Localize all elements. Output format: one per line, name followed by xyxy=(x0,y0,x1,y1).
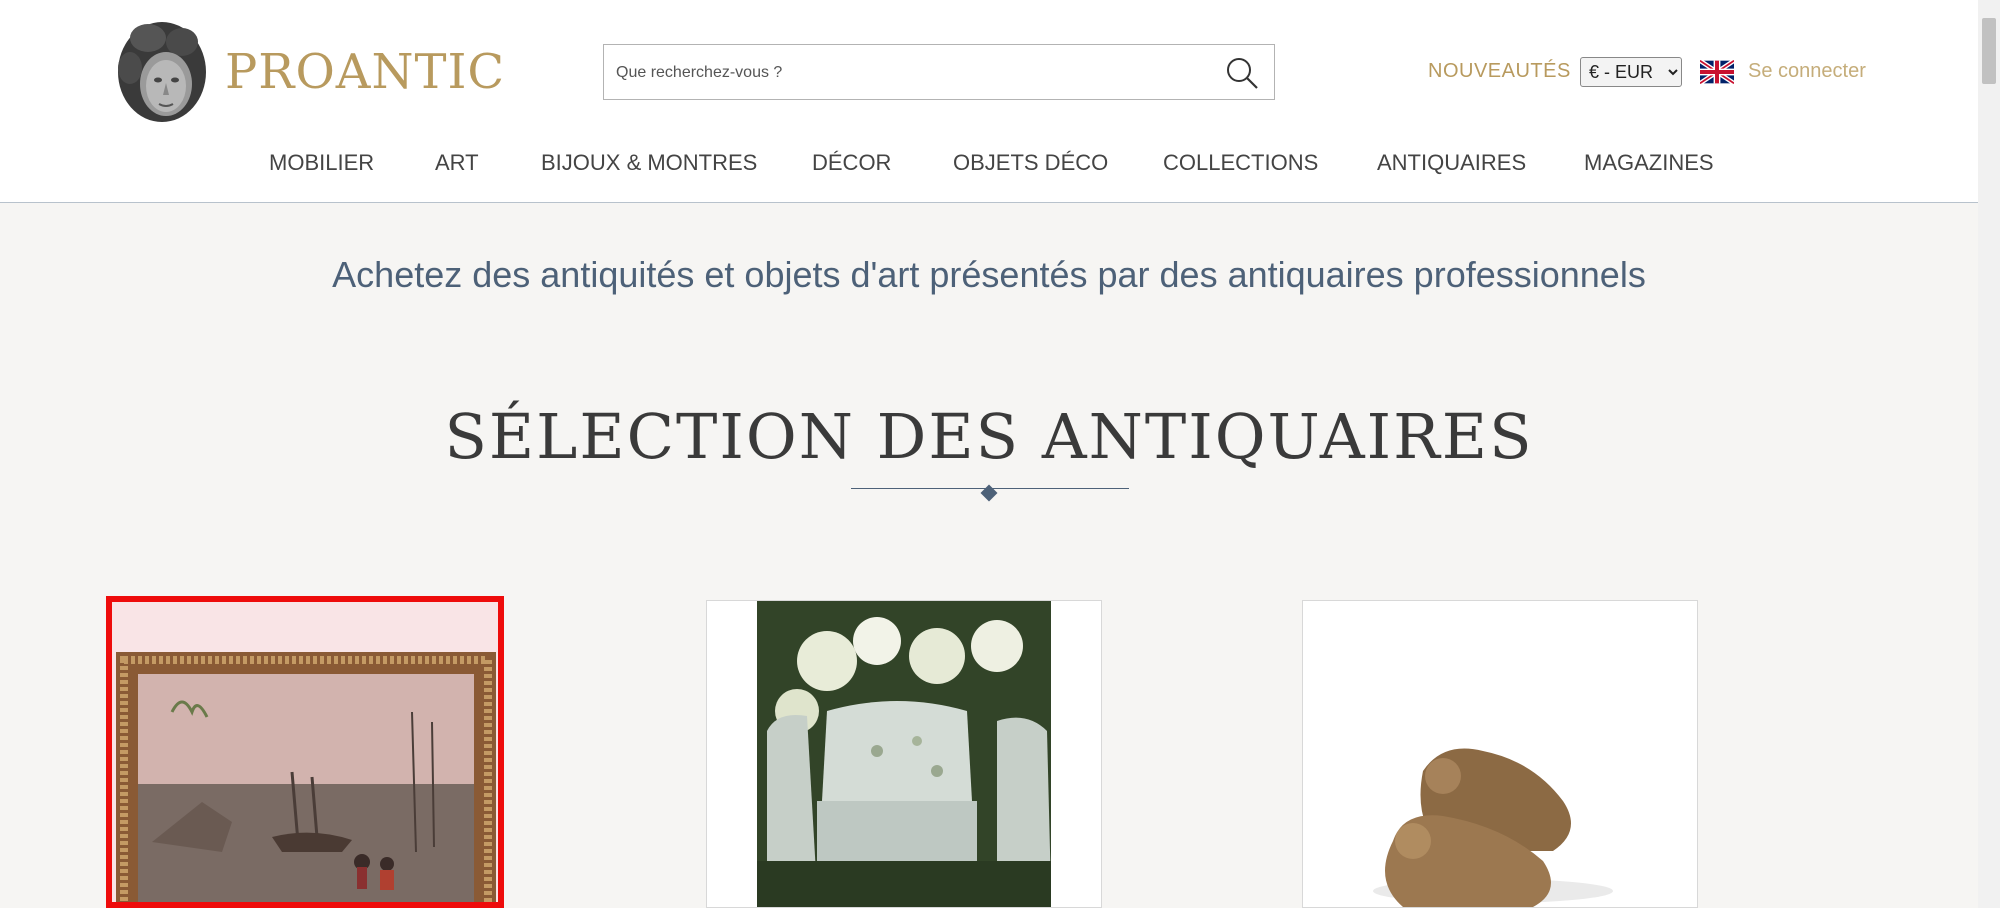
lion-sculpture-image[interactable] xyxy=(1303,601,1697,907)
product-card-armchairs[interactable] xyxy=(706,600,1102,908)
painting-image[interactable] xyxy=(112,602,498,908)
site-header: PROANTIC NOUVEAUTÉS € - EUR Se connecter… xyxy=(0,0,1978,203)
nav-objets-deco[interactable]: OBJETS DÉCO xyxy=(953,150,1108,176)
uk-flag-icon[interactable] xyxy=(1700,60,1734,84)
nouveautes-link[interactable]: NOUVEAUTÉS xyxy=(1428,60,1571,83)
nav-bijoux-montres[interactable]: BIJOUX & MONTRES xyxy=(541,150,757,176)
section-title: SÉLECTION DES ANTIQUAIRES xyxy=(444,400,1534,473)
search-icon[interactable] xyxy=(1224,55,1260,91)
brand-name[interactable]: PROANTIC xyxy=(225,44,505,100)
scrollbar-thumb[interactable] xyxy=(1982,18,1996,84)
armchairs-image[interactable] xyxy=(707,601,1101,907)
greek-head-logo-icon[interactable] xyxy=(112,20,208,124)
page-scrollbar[interactable] xyxy=(1978,0,2000,908)
currency-select[interactable]: € - EUR xyxy=(1580,57,1682,87)
nav-magazines[interactable]: MAGAZINES xyxy=(1584,150,1714,176)
nav-art[interactable]: ART xyxy=(435,150,479,176)
nav-collections[interactable]: COLLECTIONS xyxy=(1163,150,1318,176)
main-nav: MOBILIER ART BIJOUX & MONTRES DÉCOR OBJE… xyxy=(0,150,1978,180)
search-box xyxy=(603,44,1275,100)
nav-decor[interactable]: DÉCOR xyxy=(812,150,891,176)
nav-antiquaires[interactable]: ANTIQUAIRES xyxy=(1377,150,1526,176)
tagline: Achetez des antiquités et objets d'art p… xyxy=(332,254,1646,295)
product-card-lion-sculpture[interactable] xyxy=(1302,600,1698,908)
login-link[interactable]: Se connecter xyxy=(1748,60,1866,83)
search-input[interactable] xyxy=(614,57,1198,89)
product-card-painting[interactable] xyxy=(106,596,504,908)
nav-mobilier[interactable]: MOBILIER xyxy=(269,150,374,176)
